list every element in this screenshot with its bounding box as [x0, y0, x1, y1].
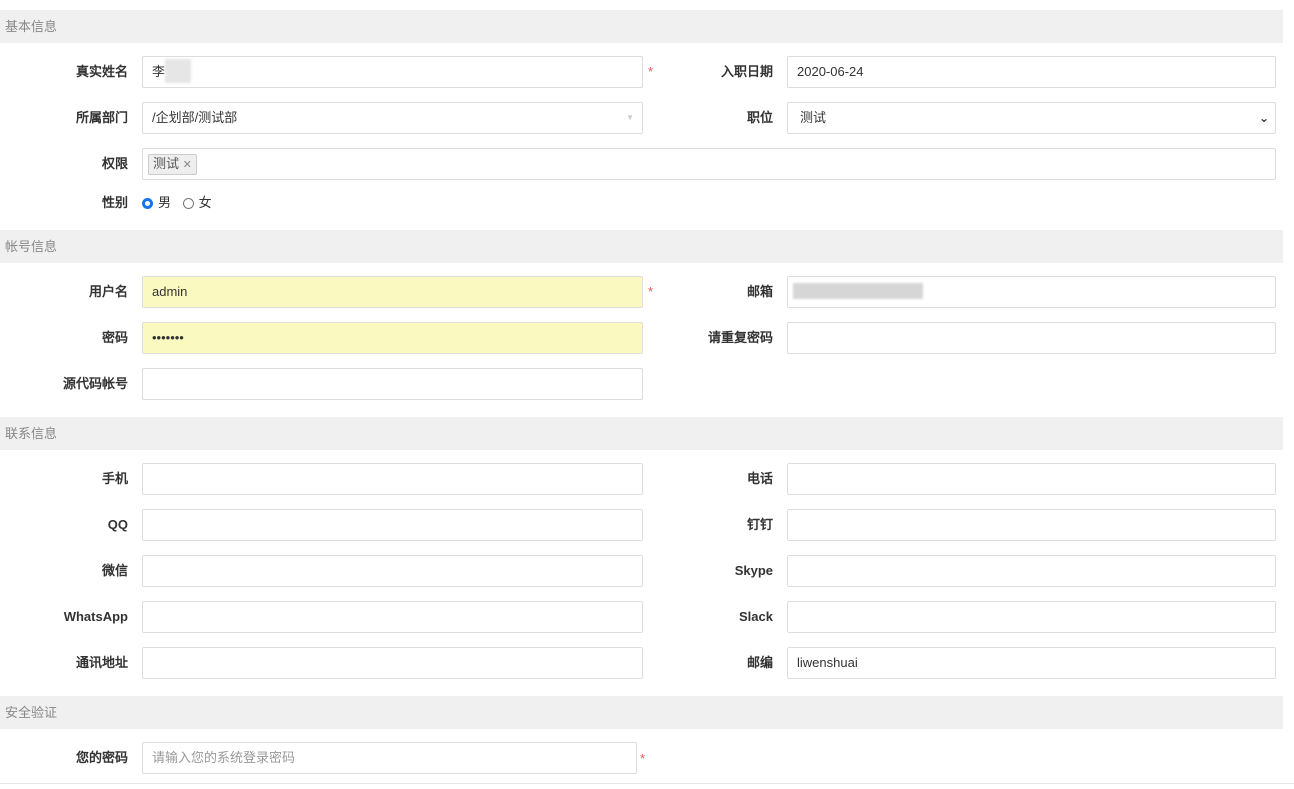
dingding-label: 钉钉 [746, 517, 773, 532]
phone-label: 电话 [746, 471, 773, 486]
section-basic-info: 基本信息 [0, 10, 1283, 43]
required-mark: * [640, 751, 646, 766]
password-input[interactable]: ••••••• [142, 322, 643, 354]
zipcode-input[interactable]: liwenshuai [787, 647, 1276, 679]
join-date-label: 入职日期 [720, 64, 773, 79]
section-account-info: 帐号信息 [0, 230, 1283, 263]
position-value: 测试 [800, 110, 827, 125]
wechat-input[interactable] [142, 555, 643, 587]
permission-tag-label: 测试 [153, 156, 180, 171]
whatsapp-label: WhatsApp [63, 609, 128, 624]
permission-tag: 测试 ✕ [148, 154, 197, 175]
address-input[interactable] [142, 647, 643, 679]
username-label: 用户名 [88, 284, 128, 299]
gender-radio-female[interactable] [182, 198, 194, 210]
dept-label: 所属部门 [75, 110, 128, 125]
join-date-input[interactable]: 2020-06-24 [787, 56, 1276, 88]
qq-input[interactable] [142, 509, 643, 541]
wechat-label: 微信 [101, 563, 128, 578]
address-label: 通讯地址 [75, 655, 128, 670]
verify-password-label: 您的密码 [75, 750, 128, 765]
remove-tag-icon[interactable]: ✕ [183, 159, 192, 171]
repeat-password-input[interactable] [787, 322, 1276, 354]
email-input[interactable] [787, 276, 1276, 308]
redaction-blur [793, 283, 923, 300]
skype-label: Skype [734, 563, 773, 578]
zipcode-label: 邮编 [746, 655, 773, 670]
username-input[interactable]: admin [142, 276, 643, 308]
dept-value: /企划部/测试部 [152, 110, 238, 125]
gender-label: 性别 [101, 195, 128, 210]
password-label: 密码 [101, 330, 128, 345]
divider [0, 783, 1294, 784]
slack-label: Slack [739, 609, 773, 624]
permission-multiselect[interactable]: 测试 ✕ [142, 148, 1276, 180]
redaction-blur [165, 58, 192, 83]
gender-radio-group: 男 女 [142, 187, 212, 219]
gender-radio-male[interactable] [142, 198, 153, 210]
position-select[interactable]: 测试 ⌄ [787, 102, 1276, 134]
scm-account-label: 源代码帐号 [62, 376, 128, 391]
gender-option-male: 男 [158, 195, 172, 210]
email-label: 邮箱 [746, 284, 773, 299]
caret-down-icon: ▼ [626, 113, 634, 122]
scm-account-input[interactable] [142, 368, 643, 400]
section-contact-info: 联系信息 [0, 417, 1283, 450]
gender-option-female: 女 [198, 195, 212, 210]
realname-value: 李 [152, 64, 166, 79]
dingding-input[interactable] [787, 509, 1276, 541]
section-security: 安全验证 [0, 696, 1283, 729]
position-label: 职位 [746, 110, 773, 125]
repeat-password-label: 请重复密码 [707, 330, 773, 345]
permission-label: 权限 [101, 156, 128, 171]
mobile-input[interactable] [142, 463, 643, 495]
realname-label: 真实姓名 [75, 64, 128, 79]
slack-input[interactable] [787, 601, 1276, 633]
whatsapp-input[interactable] [142, 601, 643, 633]
realname-input[interactable]: 李 [142, 56, 643, 88]
mobile-label: 手机 [101, 471, 128, 486]
qq-label: QQ [107, 517, 128, 532]
phone-input[interactable] [787, 463, 1276, 495]
chevron-down-icon: ⌄ [1258, 111, 1269, 125]
verify-password-input[interactable]: 请输入您的系统登录密码 [142, 742, 637, 774]
dept-select[interactable]: /企划部/测试部 ▼ [142, 102, 643, 134]
skype-input[interactable] [787, 555, 1276, 587]
